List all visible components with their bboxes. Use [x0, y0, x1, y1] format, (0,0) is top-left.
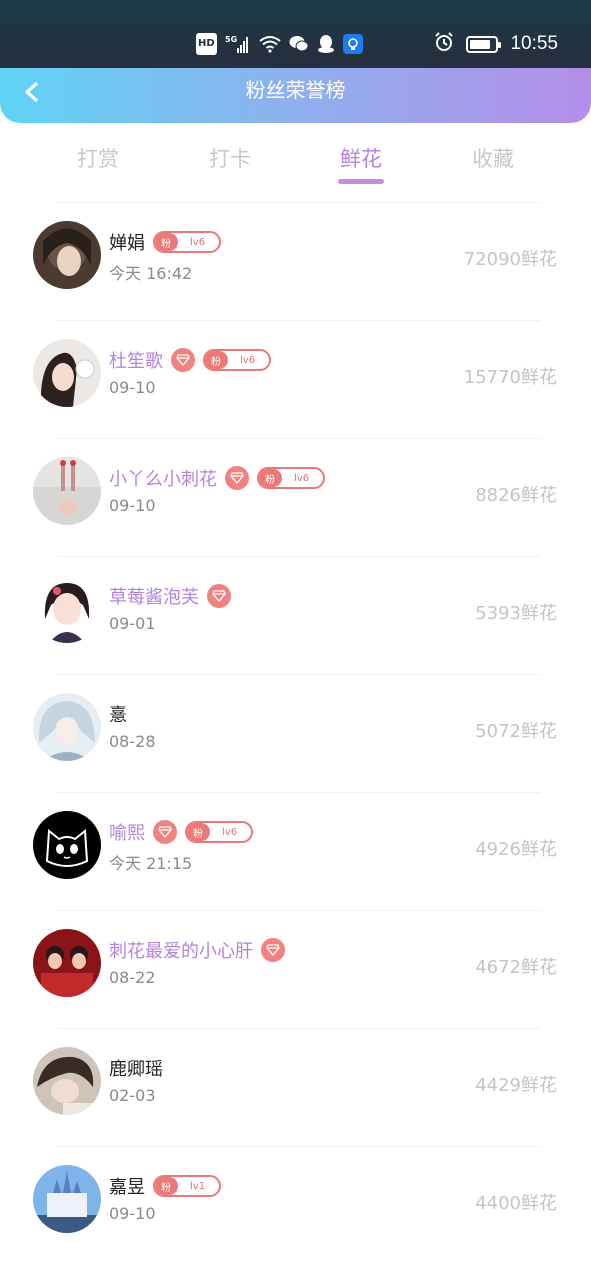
list-item[interactable]: 杜笙歌 粉 lv6 09-10 15770鲜花 — [0, 320, 591, 438]
timestamp: 08-28 — [109, 732, 156, 751]
fan-label: 粉 — [155, 1177, 178, 1195]
level-label: lv6 — [240, 354, 256, 366]
timestamp: 08-22 — [109, 968, 156, 987]
status-time: 10:55 — [510, 33, 558, 54]
diamond-icon — [261, 938, 285, 962]
avatar — [33, 1047, 101, 1115]
user-name: 喻熙 — [109, 823, 145, 844]
name-line: 婵娟 粉 lv6 — [109, 229, 222, 255]
active-tab-indicator — [338, 179, 384, 184]
status-icons: HD 5G — [196, 32, 363, 56]
fan-level-badge: 粉 lv6 — [203, 349, 272, 371]
status-right: 10:55 — [434, 32, 558, 56]
fan-level-badge: 粉 lv6 — [185, 821, 254, 843]
list-item[interactable]: 草莓酱泡芙 09-01 5393鲜花 — [0, 556, 591, 674]
name-line: 鹿卿瑶 — [109, 1055, 163, 1081]
hd-icon: HD — [196, 33, 217, 55]
avatar — [33, 457, 101, 525]
list-item[interactable]: 憙 08-28 5072鲜花 — [0, 674, 591, 792]
flower-count: 72090鲜花 — [463, 249, 557, 270]
diamond-icon — [207, 584, 231, 608]
fan-label: 粉 — [259, 469, 282, 487]
ranking-list: 婵娟 粉 lv6 今天 16:42 72090鲜花 杜笙歌 粉 lv6 09-1… — [0, 202, 591, 1264]
title-bar: 粉丝荣誉榜 — [0, 68, 591, 123]
timestamp: 09-10 — [109, 496, 156, 515]
avatar — [33, 221, 101, 289]
name-line: 憙 — [109, 701, 127, 727]
name-line: 嘉昱 粉 lv1 — [109, 1173, 222, 1199]
fan-level-badge: 粉 lv6 — [153, 231, 222, 253]
level-label: lv6 — [222, 826, 238, 838]
tab-favorites[interactable]: 收藏 — [433, 143, 553, 173]
level-label: lv6 — [190, 236, 206, 248]
user-name: 憙 — [109, 705, 127, 726]
avatar — [33, 1165, 101, 1233]
name-line: 草莓酱泡芙 — [109, 583, 231, 609]
list-item[interactable]: 刺花最爱的小心肝 08-22 4672鲜花 — [0, 910, 591, 1028]
list-item[interactable]: 婵娟 粉 lv6 今天 16:42 72090鲜花 — [0, 202, 591, 320]
page-title: 粉丝荣誉榜 — [245, 78, 346, 102]
tab-reward[interactable]: 打赏 — [38, 143, 158, 173]
name-line: 杜笙歌 粉 lv6 — [109, 347, 272, 373]
timestamp: 09-01 — [109, 614, 156, 633]
flower-count: 4429鲜花 — [475, 1075, 557, 1096]
flower-count: 4672鲜花 — [475, 957, 557, 978]
timestamp: 今天 16:42 — [109, 264, 193, 283]
timestamp: 今天 21:15 — [109, 854, 193, 873]
avatar — [33, 929, 101, 997]
level-label: lv1 — [190, 1180, 206, 1192]
avatar — [33, 575, 101, 643]
list-item[interactable]: 鹿卿瑶 02-03 4429鲜花 — [0, 1028, 591, 1146]
user-name: 鹿卿瑶 — [109, 1059, 163, 1080]
flower-count: 4400鲜花 — [475, 1193, 557, 1214]
name-line: 刺花最爱的小心肝 — [109, 937, 285, 963]
user-name: 小丫么小刺花 — [109, 469, 217, 490]
battery-icon — [466, 35, 502, 53]
flower-count: 5393鲜花 — [475, 603, 557, 624]
flower-count: 15770鲜花 — [463, 367, 557, 388]
fan-label: 粉 — [187, 823, 210, 841]
diamond-icon — [225, 466, 249, 490]
tab-checkin[interactable]: 打卡 — [170, 143, 290, 173]
user-name: 婵娟 — [109, 233, 145, 254]
flower-count: 4926鲜花 — [475, 839, 557, 860]
avatar — [33, 339, 101, 407]
user-name: 嘉昱 — [109, 1177, 145, 1198]
level-label: lv6 — [294, 472, 310, 484]
fan-label: 粉 — [205, 351, 228, 369]
tab-flowers[interactable]: 鲜花 — [301, 143, 421, 173]
user-name: 刺花最爱的小心肝 — [109, 941, 253, 962]
timestamp: 02-03 — [109, 1086, 156, 1105]
fan-level-badge: 粉 lv1 — [153, 1175, 222, 1197]
name-line: 喻熙 粉 lv6 — [109, 819, 254, 845]
fan-label: 粉 — [155, 233, 178, 251]
avatar — [33, 811, 101, 879]
name-line: 小丫么小刺花 粉 lv6 — [109, 465, 326, 491]
alarm-icon — [434, 32, 454, 56]
diamond-icon — [171, 348, 195, 372]
timestamp: 09-10 — [109, 378, 156, 397]
list-item[interactable]: 喻熙 粉 lv6 今天 21:15 4926鲜花 — [0, 792, 591, 910]
fan-level-badge: 粉 lv6 — [257, 467, 326, 489]
flower-count: 8826鲜花 — [475, 485, 557, 506]
flower-count: 5072鲜花 — [475, 721, 557, 742]
wechat-icon — [289, 33, 309, 55]
user-name: 草莓酱泡芙 — [109, 587, 199, 608]
list-item[interactable]: 小丫么小刺花 粉 lv6 09-10 8826鲜花 — [0, 438, 591, 556]
network-type-label: 5G — [225, 35, 237, 44]
diamond-icon — [153, 820, 177, 844]
tab-bar: 打赏 打卡 鲜花 收藏 — [0, 123, 591, 195]
qq-icon — [317, 33, 335, 55]
user-name: 杜笙歌 — [109, 351, 163, 372]
timestamp: 09-10 — [109, 1204, 156, 1223]
list-item[interactable]: 嘉昱 粉 lv1 09-10 4400鲜花 — [0, 1146, 591, 1264]
notification-app-icon — [342, 34, 363, 54]
avatar — [33, 693, 101, 761]
signal-icon: 5G — [225, 33, 251, 55]
wifi-icon — [259, 33, 281, 55]
